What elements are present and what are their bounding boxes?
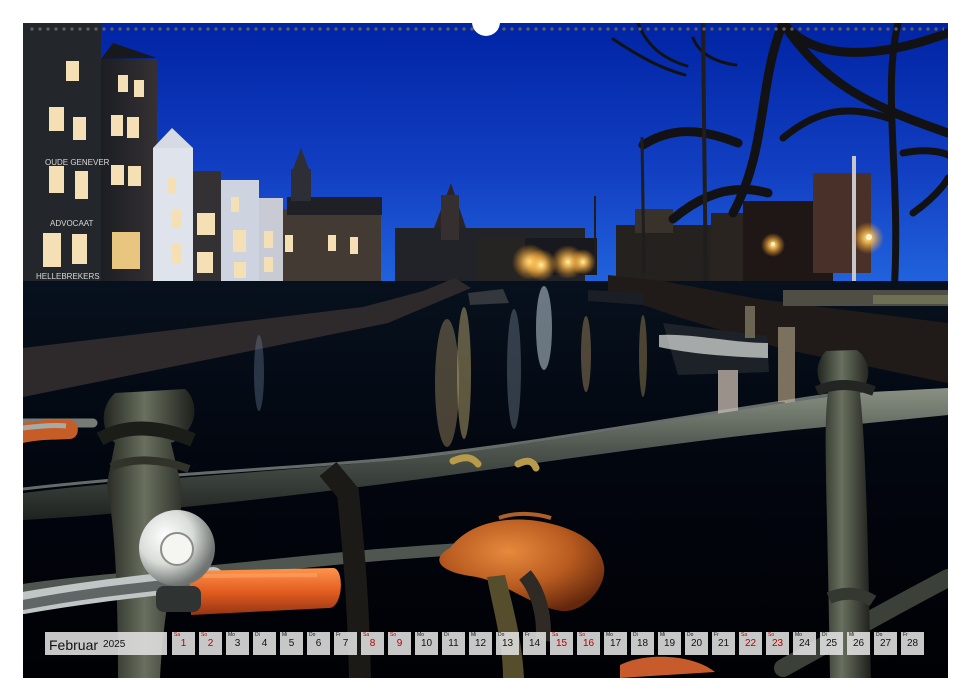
calendar-day-number: 14 xyxy=(528,638,541,649)
calendar-day: Di 25 xyxy=(820,632,843,655)
calendar-day-number: 27 xyxy=(879,638,892,649)
calendar-weekday-label: So xyxy=(390,632,397,638)
calendar-weekday-label: Sa xyxy=(174,632,181,638)
calendar-day-list: Sa 1 So 2 Mo 3 Di 4 Mi 5 Do 6 Fr 7 Sa 8 So 9 Mo 10 Di 11 Mi 12 D… xyxy=(172,632,924,655)
calendar-weekday-label: Mo xyxy=(228,632,235,638)
calendar-day-number: 16 xyxy=(582,638,595,649)
calendar-day-number: 25 xyxy=(825,638,838,649)
calendar-day-number: 7 xyxy=(342,638,349,649)
calendar-day: Sa 8 xyxy=(361,632,384,655)
calendar-day: Mo 17 xyxy=(604,632,627,655)
calendar-day: So 2 xyxy=(199,632,222,655)
calendar-day: Fr 7 xyxy=(334,632,357,655)
calendar-day: Do 27 xyxy=(874,632,897,655)
calendar-day-number: 11 xyxy=(448,638,459,649)
month-year: 2025 xyxy=(103,638,126,650)
calendar-day: Do 6 xyxy=(307,632,330,655)
calendar-weekday-label: Di xyxy=(255,632,260,638)
calendar-day-number: 17 xyxy=(609,638,622,649)
calendar-day-number: 20 xyxy=(690,638,703,649)
calendar-day: Mo 3 xyxy=(226,632,249,655)
calendar-day-number: 26 xyxy=(852,638,865,649)
hellebrekers-sign: HELLEBREKERS xyxy=(36,272,100,281)
calendar-day-number: 6 xyxy=(315,638,322,649)
calendar-day-number: 5 xyxy=(288,638,295,649)
calendar-day-number: 1 xyxy=(180,638,187,649)
calendar-weekday-label: Fr xyxy=(336,632,341,638)
calendar-day-number: 4 xyxy=(261,638,268,649)
month-label-box: Februar 2025 xyxy=(45,632,167,655)
oude-genever-sign: OUDE GENEVER xyxy=(45,158,110,167)
calendar-day-number: 10 xyxy=(420,638,433,649)
calendar-day-number: 21 xyxy=(717,638,730,649)
calendar-day: Sa 22 xyxy=(739,632,762,655)
calendar-weekday-label: Sa xyxy=(363,632,370,638)
wall-calendar-page: OUDE GENEVER ADVOCAAT HELLEBREKERS Febru… xyxy=(0,0,971,700)
calendar-day: Mi 26 xyxy=(847,632,870,655)
calendar-day-number: 15 xyxy=(555,638,568,649)
calendar-weekday-label: Mi xyxy=(282,632,288,638)
calendar-weekday-label: So xyxy=(201,632,208,638)
calendar-day-number: 23 xyxy=(771,638,784,649)
calendar-day: Di 18 xyxy=(631,632,654,655)
calendar-day-number: 9 xyxy=(396,638,403,649)
calendar-day-number: 18 xyxy=(636,638,649,649)
calendar-day-number: 24 xyxy=(798,638,811,649)
calendar-day: Mi 19 xyxy=(658,632,681,655)
calendar-day: Do 13 xyxy=(496,632,519,655)
calendar-day: So 23 xyxy=(766,632,789,655)
calendar-day: Sa 1 xyxy=(172,632,195,655)
calendar-month-strip: Februar 2025 Sa 1 So 2 Mo 3 Di 4 Mi 5 Do 6 Fr 7 Sa 8 So 9… xyxy=(45,632,927,655)
calendar-day: So 16 xyxy=(577,632,600,655)
calendar-day: Sa 15 xyxy=(550,632,573,655)
calendar-day: Mo 10 xyxy=(415,632,438,655)
calendar-day-number: 2 xyxy=(207,638,214,649)
calendar-day-number: 3 xyxy=(234,638,241,649)
calendar-day-number: 13 xyxy=(501,638,514,649)
calendar-day-number: 22 xyxy=(744,638,757,649)
calendar-day: Mi 12 xyxy=(469,632,492,655)
calendar-day: Fr 28 xyxy=(901,632,924,655)
calendar-day: Mi 5 xyxy=(280,632,303,655)
calendar-weekday-label: Do xyxy=(309,632,316,638)
advocaat-sign: ADVOCAAT xyxy=(50,219,94,228)
month-name: Februar xyxy=(49,636,99,653)
canal-night-photo: OUDE GENEVER ADVOCAAT HELLEBREKERS xyxy=(23,23,948,678)
calendar-day: Do 20 xyxy=(685,632,708,655)
calendar-day-number: 12 xyxy=(474,638,487,649)
calendar-day: Di 4 xyxy=(253,632,276,655)
calendar-day-number: 28 xyxy=(906,638,919,649)
calendar-day: Di 11 xyxy=(442,632,465,655)
canal-photo-svg: OUDE GENEVER ADVOCAAT HELLEBREKERS xyxy=(23,23,948,678)
calendar-day: Fr 21 xyxy=(712,632,735,655)
calendar-day-number: 19 xyxy=(663,638,676,649)
calendar-day: Fr 14 xyxy=(523,632,546,655)
calendar-day: So 9 xyxy=(388,632,411,655)
calendar-day-number: 8 xyxy=(369,638,376,649)
calendar-day: Mo 24 xyxy=(793,632,816,655)
